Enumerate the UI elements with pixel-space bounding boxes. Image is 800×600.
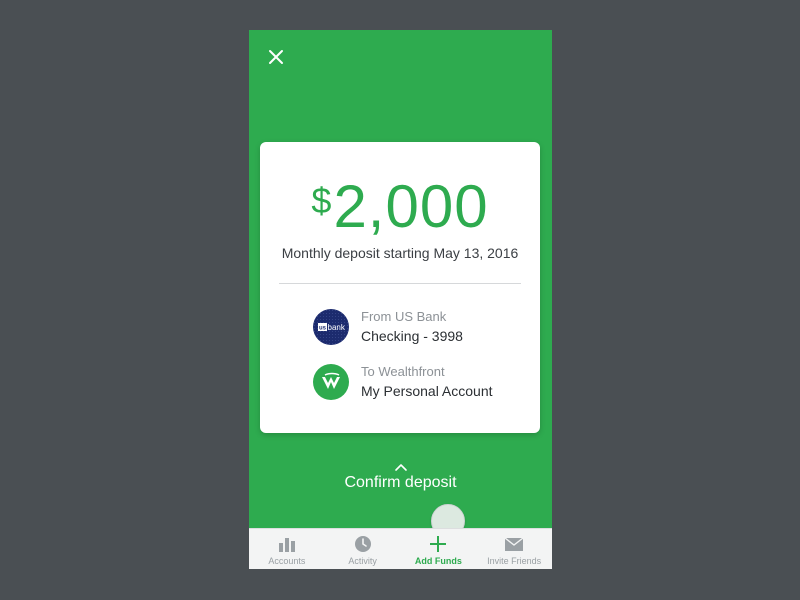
- tab-accounts[interactable]: Accounts: [249, 529, 325, 569]
- plus-icon: [430, 536, 447, 552]
- deposit-amount: $2,000: [260, 172, 540, 241]
- svg-text:us: us: [319, 326, 327, 332]
- tab-invite-friends[interactable]: Invite Friends: [476, 529, 552, 569]
- deposit-summary-card: $2,000 Monthly deposit starting May 13, …: [260, 142, 540, 538]
- usbank-logo-text: bank: [328, 323, 346, 332]
- deposit-schedule-text: Monthly deposit starting May 13, 2016: [281, 245, 519, 261]
- from-account-label: From US Bank: [361, 309, 447, 324]
- confirm-deposit-label: Confirm deposit: [344, 474, 457, 491]
- bar-chart-icon: [278, 538, 295, 552]
- to-account-name: My Personal Account: [361, 383, 493, 399]
- wealthfront-logo-icon: [313, 364, 349, 400]
- bottom-tab-bar: Accounts Activity Add Funds Invite Frien…: [249, 528, 552, 569]
- chevron-up-icon: [394, 464, 407, 471]
- tab-activity[interactable]: Activity: [325, 529, 401, 569]
- close-icon: [269, 50, 283, 64]
- envelope-icon: [504, 536, 524, 551]
- amount-value: 2,000: [333, 173, 489, 240]
- confirm-deposit-button[interactable]: Confirm deposit: [249, 462, 552, 492]
- close-button[interactable]: [265, 46, 287, 68]
- us-bank-logo-icon: us bank: [313, 309, 349, 345]
- tab-label: Accounts: [268, 556, 306, 566]
- currency-symbol: $: [311, 180, 332, 221]
- tab-label: Add Funds: [414, 556, 462, 566]
- tab-label: Invite Friends: [487, 556, 542, 566]
- from-account-name: Checking - 3998: [361, 328, 463, 344]
- clock-icon: [354, 536, 371, 552]
- app-screen: $2,000 Monthly deposit starting May 13, …: [249, 30, 552, 569]
- from-account-row[interactable]: us bank From US Bank Checking - 3998: [313, 309, 533, 349]
- to-account-label: To Wealthfront: [361, 364, 445, 379]
- tab-add-funds[interactable]: Add Funds: [401, 529, 477, 569]
- tab-label: Activity: [348, 556, 377, 566]
- to-account-row[interactable]: To Wealthfront My Personal Account: [313, 364, 533, 404]
- divider: [279, 283, 521, 284]
